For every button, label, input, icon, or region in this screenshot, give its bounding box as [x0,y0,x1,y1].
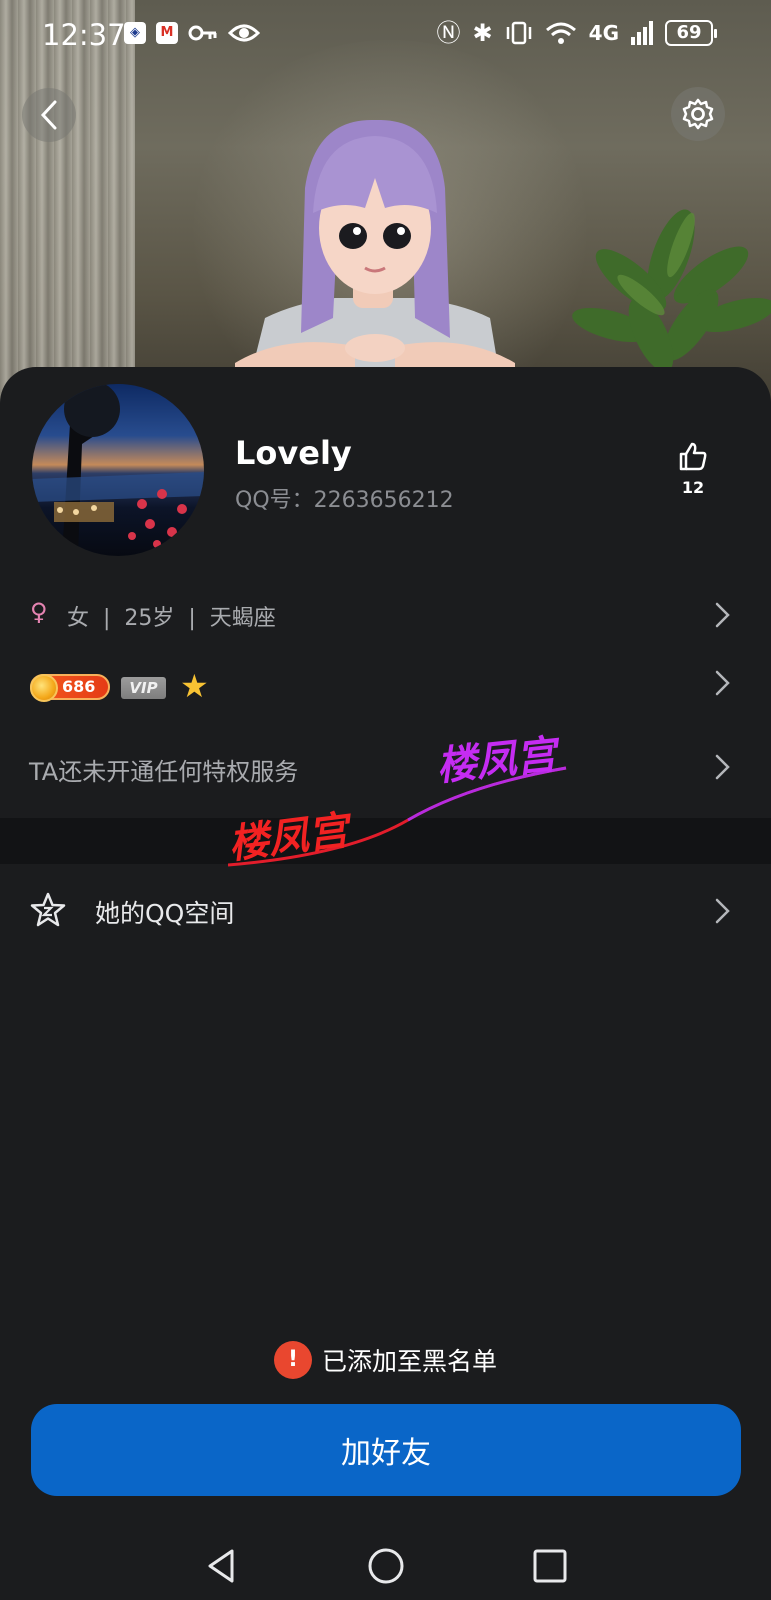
like-count: 12 [681,478,705,497]
gear-icon [682,98,714,130]
basic-info-row[interactable]: ♀ 女 | 25岁 | 天蝎座 [0,596,771,636]
chevron-right-icon [715,754,730,780]
profile-name: Lovely [235,434,352,472]
vip-badge: VIP [121,677,166,699]
status-notification-icons: ◈ M [124,22,260,44]
app-notification-icon: ◈ [124,22,146,44]
badges-row[interactable]: 686 VIP ★ [0,668,771,708]
coin-icon [30,674,58,702]
thumbs-up-icon [679,442,707,471]
nav-home-icon[interactable] [366,1546,406,1586]
nav-back-icon[interactable] [202,1546,242,1586]
bluetooth-icon: ✱ [472,19,493,47]
network-type-label: 4G [588,21,619,45]
nfc-icon: Ⓝ [436,19,461,47]
blacklist-text: 已添加至黑名单 [321,1347,497,1376]
eye-icon [228,24,260,42]
status-time: 12:37 [42,18,126,52]
blacklist-notice: ! 已添加至黑名单 [0,1340,771,1380]
battery-indicator: 69 [665,20,717,46]
qzone-star-icon [30,892,66,927]
qzone-label: 她的QQ空间 [95,899,235,928]
vibrate-icon [506,21,531,45]
qq-number-label: QQ号： [235,488,314,513]
back-button[interactable] [22,88,76,142]
avatar[interactable] [32,384,204,556]
chevron-right-icon [715,602,730,628]
add-friend-button[interactable]: 加好友 [31,1404,741,1496]
status-bar: 12:37 ◈ M Ⓝ ✱ 4G 69 [0,0,771,72]
system-navigation-bar [0,1530,771,1600]
qq-number-value: 2263656212 [313,488,454,513]
settings-button[interactable] [671,87,725,141]
gmail-icon: M [156,22,178,44]
qq-number-line: QQ号：2263656212 [235,482,454,514]
female-gender-icon: ♀ [30,598,48,626]
basic-info-text: 女 | 25岁 | 天蝎座 [67,606,276,631]
cover-plant-illustration [572,209,771,372]
key-icon [188,25,217,41]
exclamation-icon: ! [273,1341,312,1379]
wifi-icon [545,22,576,44]
star-icon: ★ [180,667,209,705]
signal-icon [631,21,653,45]
nav-recent-apps-icon[interactable] [530,1546,570,1586]
avatar-landscape-image [32,384,204,556]
qzone-row[interactable]: 她的QQ空间 [0,888,771,934]
status-system-icons: Ⓝ ✱ 4G 69 [436,19,717,47]
chevron-right-icon [715,898,730,924]
coin-level-badge: 686 [30,674,110,702]
like-button[interactable]: 12 [673,440,713,497]
chevron-right-icon [715,670,730,696]
chevron-left-icon [40,100,57,130]
cover-avatar-character [235,119,515,378]
coin-level-value: 686 [62,677,96,696]
